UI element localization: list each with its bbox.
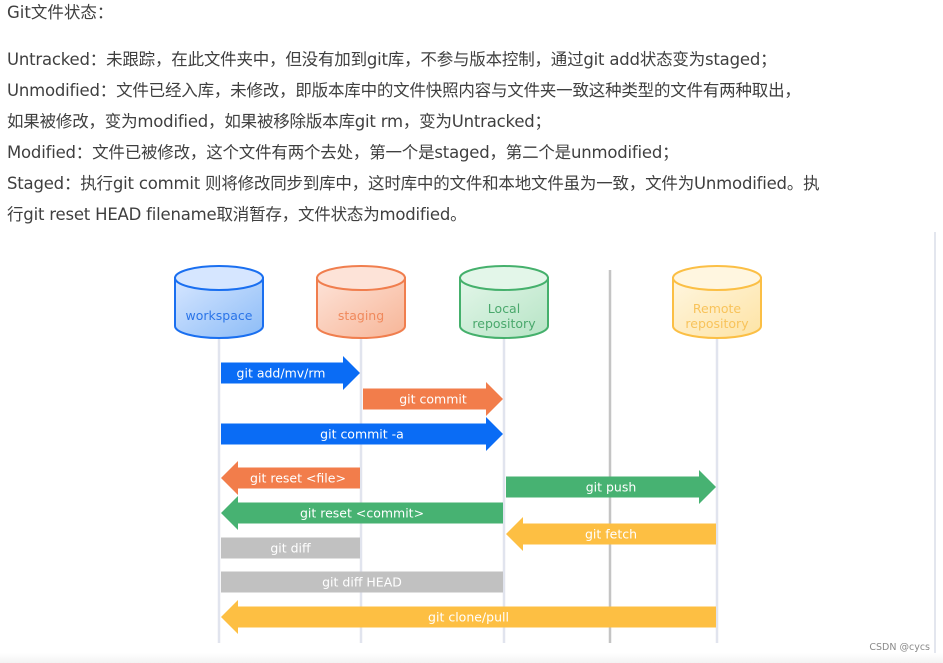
workspace-cylinder-top [174,265,264,291]
workspace-label: workspace [186,308,253,323]
staging-store: staging [316,265,406,339]
staging-cylinder-top [316,265,406,291]
arrow-label: git fetch [585,527,637,542]
arrow-label: git clone/pull [428,610,509,625]
remote-cylinder-top [672,265,762,291]
staging-label: staging [338,308,384,323]
footer-band [0,653,943,663]
arrow-label: git diff HEAD [322,575,402,590]
arrow-label: git commit -a [320,427,404,442]
local-store: Localrepository [459,265,549,339]
remote-label: Remote [693,301,742,316]
local-label: Local [488,301,520,316]
arrow-label: git add/mv/rm [237,366,326,381]
command-git-add-mv-rm: git add/mv/rm [221,356,360,390]
watermark: CSDN @cycs [869,642,930,653]
arrow-label: git reset <file> [250,471,346,486]
command-git-clone-pull: git clone/pull [221,600,716,634]
arrow-label: git push [586,480,637,495]
git-workflow-diagram: workspace staging LocalrepositoryRemoterep… [174,265,762,643]
command-git-commit: git commit [363,382,503,416]
arrow-label: git reset <commit> [300,506,424,521]
local-label: repository [472,316,536,331]
local-cylinder-top [459,265,549,291]
arrow-label: git commit [399,392,467,407]
command-git-diff-head: git diff HEAD [221,571,503,593]
arrow-label: git diff [270,541,311,556]
command-git-reset-file: git reset <file> [221,461,360,495]
remote-store: Remoterepository [672,265,762,339]
remote-label: repository [685,316,749,331]
command-git-diff: git diff [221,537,360,559]
workspace-store: workspace [174,265,264,339]
